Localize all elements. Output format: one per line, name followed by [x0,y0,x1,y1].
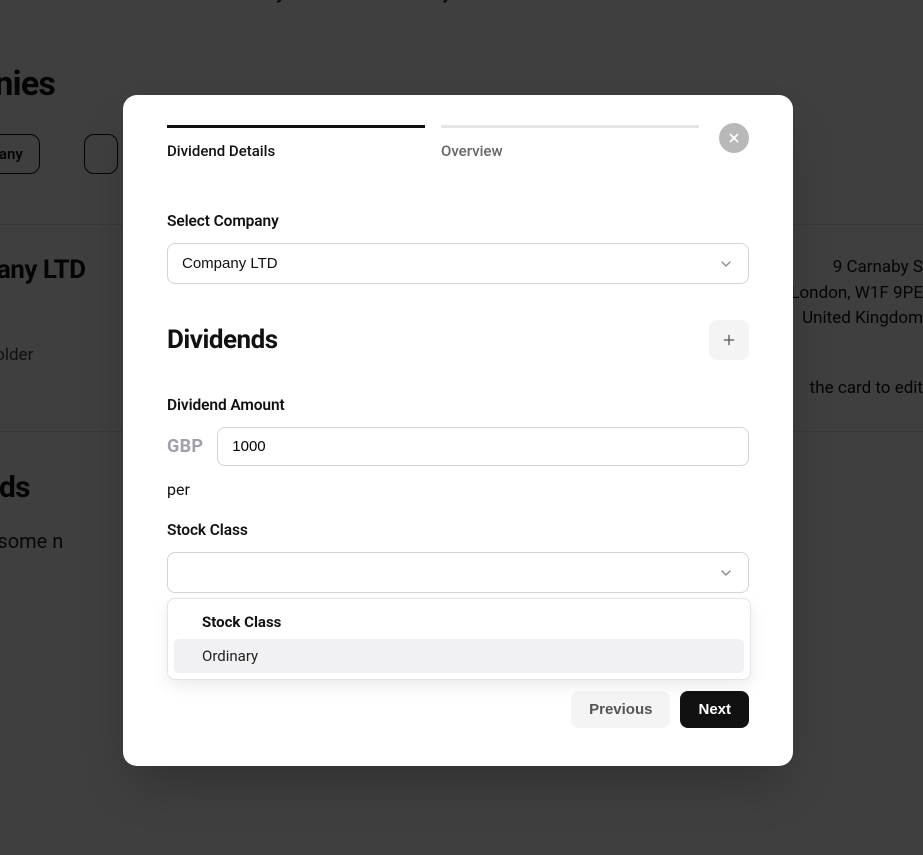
select-company-label: Select Company [167,212,749,230]
close-icon [727,131,741,145]
dividends-section-title: Dividends [167,325,278,355]
select-company-dropdown[interactable]: Company LTD [167,243,749,284]
currency-label: GBP [167,436,203,457]
add-dividend-button[interactable] [709,320,749,360]
previous-button[interactable]: Previous [571,691,670,728]
chevron-down-icon [718,565,734,581]
dividend-amount-label: Dividend Amount [167,396,749,414]
dividend-amount-input[interactable] [217,427,749,466]
chevron-down-icon [718,256,734,272]
step-bar [167,125,425,128]
step-overview[interactable]: Overview [441,125,699,160]
plus-icon [721,332,737,348]
per-label: per [167,480,749,499]
dropdown-option-ordinary[interactable]: Ordinary [174,639,744,673]
dropdown-header: Stock Class [174,605,744,639]
dividend-modal: Dividend Details Overview Select Company… [123,95,793,766]
step-label: Overview [441,142,699,160]
step-bar [441,125,699,128]
stock-class-dropdown-panel: Stock Class Ordinary [167,598,751,680]
close-button[interactable] [719,123,749,153]
stepper: Dividend Details Overview [167,125,699,160]
stock-class-dropdown[interactable] [167,552,749,593]
step-dividend-details[interactable]: Dividend Details [167,125,425,160]
stock-class-label: Stock Class [167,521,749,539]
step-label: Dividend Details [167,142,425,160]
next-button[interactable]: Next [680,691,749,728]
select-company-value: Company LTD [182,255,278,272]
